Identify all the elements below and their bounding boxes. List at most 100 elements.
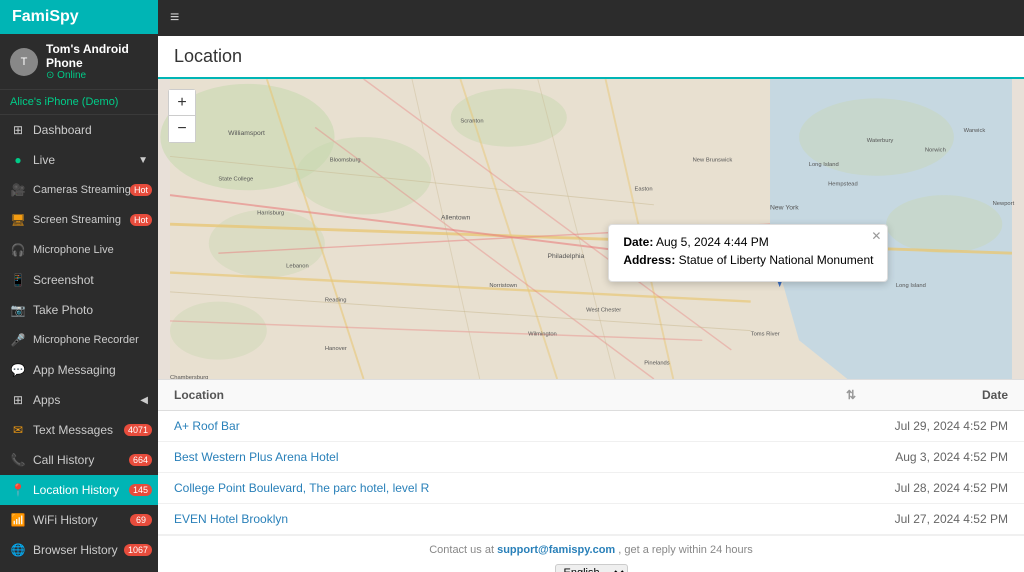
svg-text:Long Island: Long Island — [809, 162, 839, 168]
svg-text:Wilmington: Wilmington — [528, 331, 557, 337]
sort-icon[interactable]: ⇅ — [846, 388, 856, 402]
svg-text:Norristown: Norristown — [489, 283, 517, 289]
svg-text:Long Island: Long Island — [896, 283, 926, 289]
sidebar-item-microphone-recorder[interactable]: 🎤 Microphone Recorder — [0, 325, 158, 355]
sidebar-item-label: Live — [33, 153, 55, 167]
svg-text:Hanover: Hanover — [325, 346, 347, 352]
sidebar-item-microphone-live[interactable]: 🎧 Microphone Live — [0, 235, 158, 265]
sidebar-item-label: Text Messages — [33, 423, 113, 437]
sidebar-item-dashboard[interactable]: ⊞ Dashboard — [0, 115, 158, 145]
call-history-badge: 664 — [129, 454, 152, 466]
camera-icon: 🎥 — [10, 182, 26, 198]
sidebar-item-take-photo[interactable]: 📷 Take Photo — [0, 295, 158, 325]
sidebar-item-label: Microphone Recorder — [33, 334, 139, 346]
date-cell: Aug 3, 2024 4:52 PM — [868, 450, 1008, 464]
messaging-icon: 💬 — [10, 362, 26, 378]
page-title: Location — [158, 36, 1024, 79]
dashboard-icon: ⊞ — [10, 122, 26, 138]
sidebar-item-apps[interactable]: ⊞ Apps ◀ — [0, 385, 158, 415]
svg-text:Norwich: Norwich — [925, 148, 946, 154]
map-container[interactable]: Williamsport Bloomsburg Scranton Allento… — [158, 79, 1024, 379]
hamburger-menu[interactable]: ≡ — [170, 9, 179, 27]
wifi-badge: 69 — [130, 514, 152, 526]
location-link[interactable]: College Point Boulevard, The parc hotel,… — [174, 481, 429, 495]
tooltip-address-value: Statue of Liberty National Monument — [679, 253, 874, 267]
zoom-in-button[interactable]: + — [169, 90, 195, 116]
sidebar-item-label: Screenshot — [33, 273, 94, 287]
sidebar-item-label: Take Photo — [33, 303, 93, 317]
table-row[interactable]: EVEN Hotel Brooklyn Jul 27, 2024 4:52 PM — [158, 504, 1024, 535]
date-cell: Jul 27, 2024 4:52 PM — [868, 512, 1008, 526]
sidebar-item-label: Dashboard — [33, 123, 92, 137]
sidebar-item-wifi-history[interactable]: 📶 WiFi History 69 — [0, 505, 158, 535]
support-email[interactable]: support@famispy.com — [497, 544, 615, 556]
phone-icon: 📞 — [10, 452, 26, 468]
svg-text:Newport: Newport — [993, 201, 1015, 207]
table-row[interactable]: A+ Roof Bar Jul 29, 2024 4:52 PM — [158, 411, 1024, 442]
tooltip-address-row: Address: Statue of Liberty National Monu… — [623, 253, 873, 267]
tooltip-address-label: Address: — [623, 253, 675, 267]
sidebar-item-label: Call History — [33, 453, 94, 467]
sidebar-item-call-history[interactable]: 📞 Call History 664 — [0, 445, 158, 475]
table-header: Location ⇅ Date — [158, 380, 1024, 411]
browser-icon: 🌐 — [10, 542, 26, 558]
content-area: Location — [158, 36, 1024, 572]
chevron-down-icon: ▼ — [138, 155, 148, 166]
svg-text:Reading: Reading — [325, 298, 347, 304]
table-row[interactable]: Best Western Plus Arena Hotel Aug 3, 202… — [158, 442, 1024, 473]
svg-text:Allentown: Allentown — [441, 214, 471, 221]
date-cell: Jul 29, 2024 4:52 PM — [868, 419, 1008, 433]
demo-device[interactable]: Alice's iPhone (Demo) — [0, 90, 158, 115]
sms-icon: ✉ — [10, 422, 26, 438]
sidebar-item-text-messages[interactable]: ✉ Text Messages 4071 — [0, 415, 158, 445]
headphones-icon: 🎧 — [10, 242, 26, 258]
language-select[interactable]: English Español Français Deutsch — [555, 564, 628, 572]
sidebar-item-live[interactable]: ● Live ▼ — [0, 145, 158, 175]
svg-text:State College: State College — [218, 177, 253, 183]
device-section[interactable]: T Tom's Android Phone ⊙ Online — [0, 34, 158, 90]
sidebar-item-app-messaging[interactable]: 💬 App Messaging — [0, 355, 158, 385]
sidebar-item-label: Screen Streaming — [33, 214, 121, 226]
wifi-icon: 📶 — [10, 512, 26, 528]
location-link[interactable]: EVEN Hotel Brooklyn — [174, 512, 288, 526]
sidebar-item-label: WiFi History — [33, 513, 98, 527]
sidebar-item-screenshot[interactable]: 📱 Screenshot — [0, 265, 158, 295]
svg-text:Scranton: Scranton — [460, 119, 483, 125]
hot-badge: Hot — [130, 184, 152, 196]
sidebar-item-browser-history[interactable]: 🌐 Browser History 1067 — [0, 535, 158, 565]
photo-icon: 📷 — [10, 302, 26, 318]
text-messages-badge: 4071 — [124, 424, 152, 436]
location-badge: 145 — [129, 484, 152, 496]
sidebar-item-cameras-streaming[interactable]: 🎥 Cameras Streaming Hot — [0, 175, 158, 205]
zoom-out-button[interactable]: − — [169, 116, 195, 142]
svg-text:Warwick: Warwick — [964, 128, 986, 134]
sidebar-item-location-history[interactable]: 📍 Location History 145 — [0, 475, 158, 505]
sidebar-item-label: Apps — [33, 393, 60, 407]
map-tooltip: ✕ Date: Aug 5, 2024 4:44 PM Address: Sta… — [608, 224, 888, 282]
svg-text:Williamsport: Williamsport — [228, 130, 265, 137]
sidebar-item-label: Location History — [33, 483, 119, 497]
location-link[interactable]: A+ Roof Bar — [174, 419, 240, 433]
svg-text:Harrisburg: Harrisburg — [257, 210, 284, 216]
app-logo: FamiSpy — [0, 0, 158, 34]
close-icon[interactable]: ✕ — [871, 229, 881, 243]
sidebar-item-screen-streaming[interactable]: 🖥 Screen Streaming Hot — [0, 205, 158, 235]
chevron-left-icon: ◀ — [140, 395, 148, 406]
tooltip-date-value: Aug 5, 2024 4:44 PM — [656, 235, 769, 249]
table-row[interactable]: College Point Boulevard, The parc hotel,… — [158, 473, 1024, 504]
sidebar-item-label: Cameras Streaming — [33, 184, 131, 196]
map-svg: Williamsport Bloomsburg Scranton Allento… — [158, 79, 1024, 379]
svg-text:Hempstead: Hempstead — [828, 181, 858, 187]
location-cell: Best Western Plus Arena Hotel — [174, 450, 868, 464]
svg-text:New Brunswick: New Brunswick — [693, 157, 733, 163]
screenshot-icon: 📱 — [10, 272, 26, 288]
location-cell: EVEN Hotel Brooklyn — [174, 512, 868, 526]
screen-icon: 🖥 — [10, 212, 26, 228]
app-name: FamiSpy — [12, 8, 79, 26]
sidebar-item-contacts[interactable]: 👤 Contacts 533 — [0, 565, 158, 572]
location-link[interactable]: Best Western Plus Arena Hotel — [174, 450, 339, 464]
sidebar-item-label: Microphone Live — [33, 244, 114, 256]
device-name: Tom's Android Phone — [46, 42, 148, 70]
topbar: ≡ — [158, 0, 1024, 36]
main-content: ≡ Location — [158, 0, 1024, 572]
